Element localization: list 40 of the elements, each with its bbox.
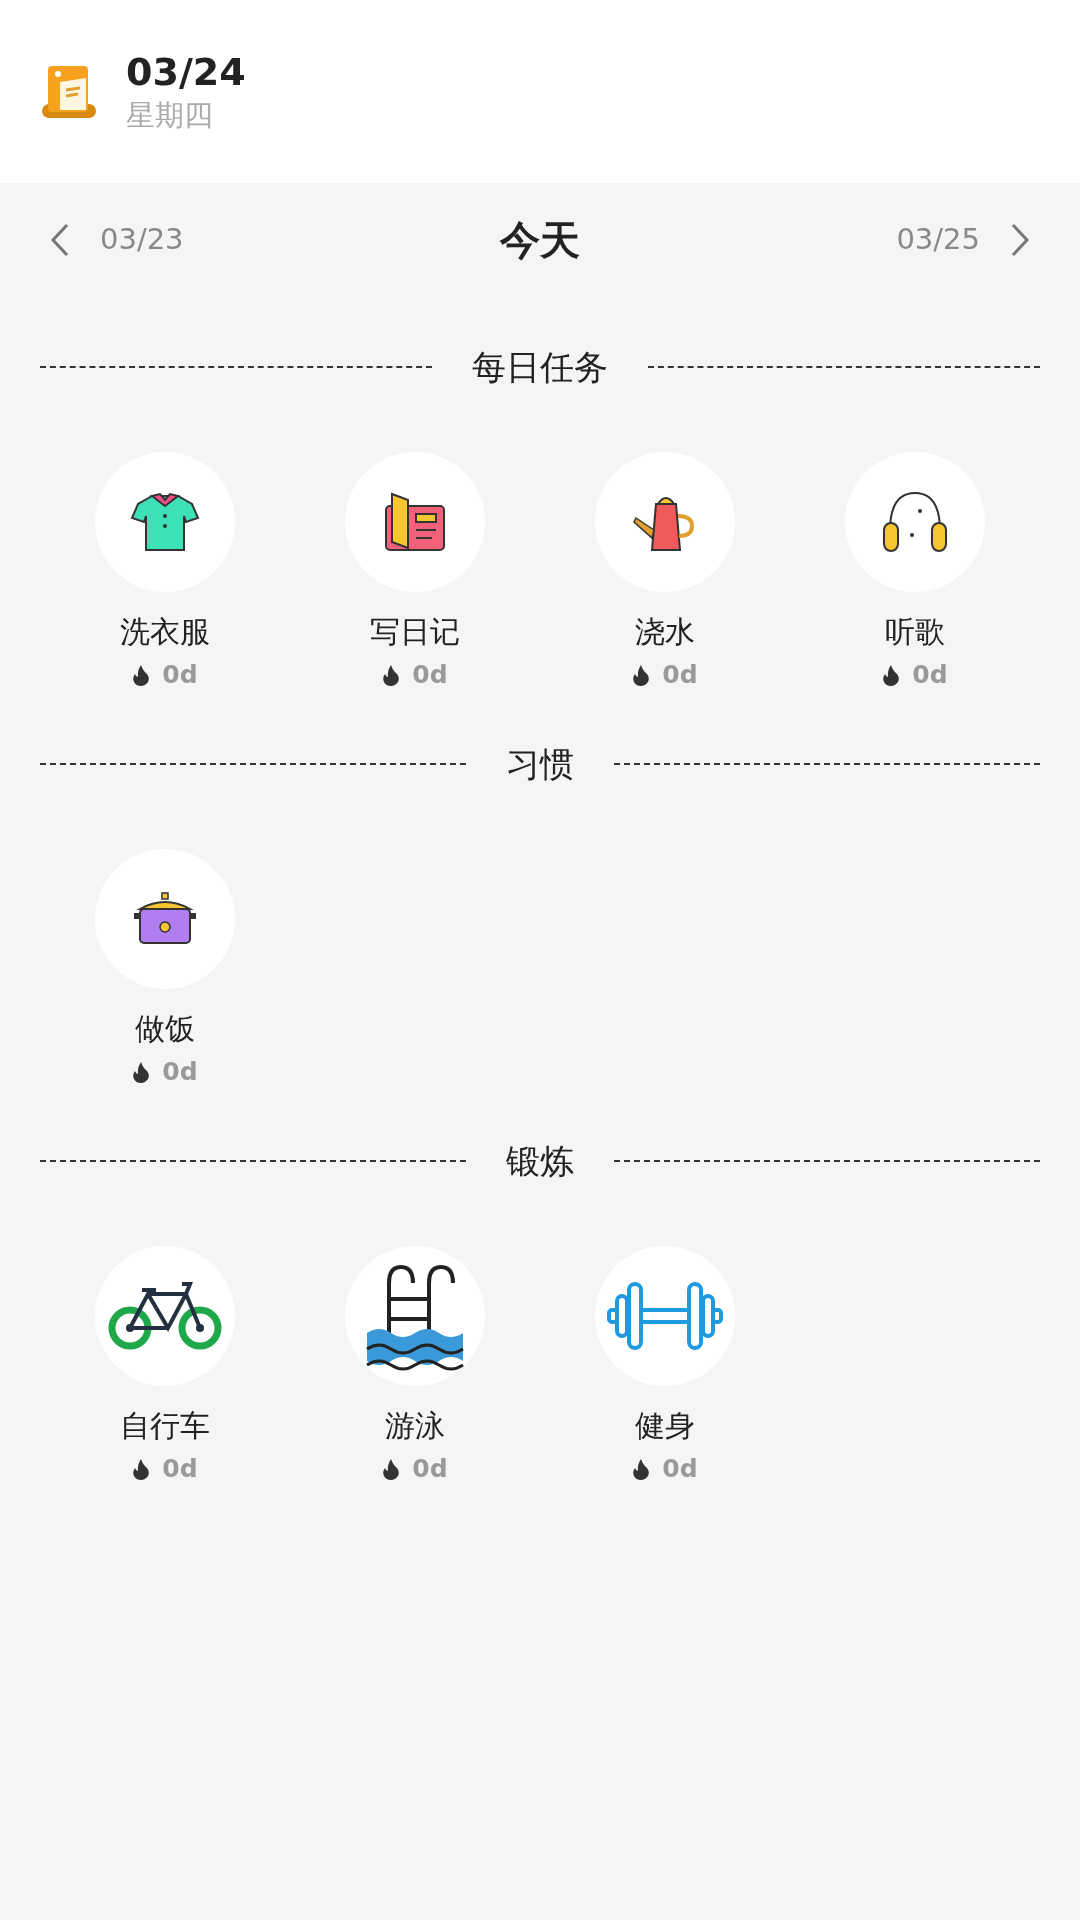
book-icon [382, 490, 448, 554]
task-name: 洗衣服 [120, 613, 210, 651]
previous-day-button[interactable]: 03/23 [50, 218, 184, 262]
streak-count: 0d [162, 1453, 198, 1486]
task-name: 健身 [635, 1407, 695, 1445]
flame-icon [132, 664, 151, 686]
section-title: 每日任务 [471, 345, 609, 389]
chevron-right-icon [1010, 223, 1030, 257]
pot-icon [132, 891, 198, 947]
flame-icon [882, 664, 901, 686]
dumbbell-icon [607, 1280, 723, 1352]
streak-count: 0d [662, 659, 698, 692]
section-title: 锻炼 [505, 1139, 575, 1183]
next-day-button[interactable]: 03/25 [896, 218, 1030, 262]
task-name: 浇水 [635, 613, 695, 651]
task-name: 自行车 [120, 1407, 210, 1445]
flame-icon [382, 664, 401, 686]
chevron-left-icon [50, 223, 70, 257]
flame-icon [132, 1458, 151, 1480]
streak-count: 0d [412, 1453, 448, 1486]
flame-icon [132, 1061, 151, 1083]
streak-count: 0d [162, 1056, 198, 1089]
shirt-icon [130, 490, 200, 554]
task-name: 做饭 [135, 1010, 195, 1048]
section-title: 习惯 [505, 742, 575, 786]
streak-count: 0d [912, 659, 948, 692]
streak-count: 0d [662, 1453, 698, 1486]
flame-icon [382, 1458, 401, 1480]
date-title: 03/24 [126, 48, 246, 95]
bicycle-icon [106, 1280, 224, 1352]
task-name: 游泳 [385, 1407, 445, 1445]
flame-icon [632, 664, 651, 686]
streak-count: 0d [162, 659, 198, 692]
current-day-title: 今天 [499, 216, 581, 265]
task-name: 听歌 [885, 613, 945, 651]
weekday-label: 星期四 [126, 96, 214, 134]
task-name: 写日记 [370, 613, 460, 651]
flame-icon [632, 1458, 651, 1480]
scroll-icon [40, 63, 98, 120]
streak-count: 0d [412, 659, 448, 692]
